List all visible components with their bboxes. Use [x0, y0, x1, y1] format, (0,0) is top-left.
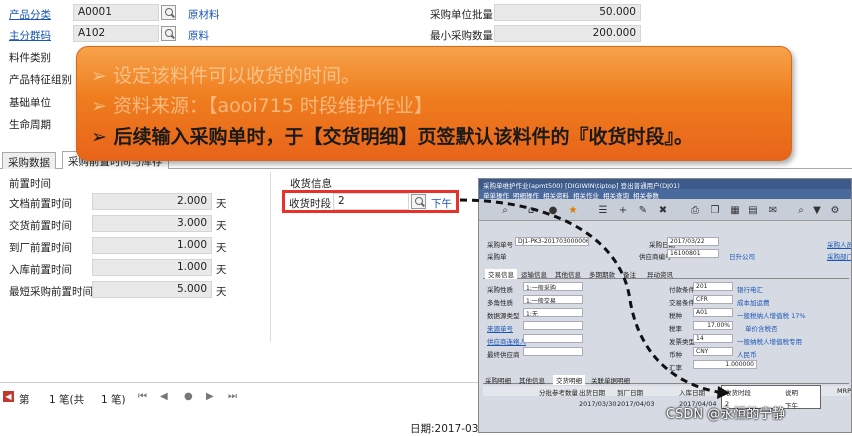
tip-line-3: ➢ 后续输入采购单时，于【交货明细】页签默认该料件的『收货时段』。: [91, 126, 694, 148]
tip-line-1: ➢ 设定该料件可以收货的时间。: [91, 65, 360, 87]
tip-line-2: ➢ 资料来源：【aooi715 时段维护作业】: [91, 95, 433, 117]
tip-banner: ➢ 设定该料件可以收货的时间。 ➢ 资料来源：【aooi715 时段维护作业】 …: [76, 46, 792, 161]
watermark: CSDN @永恒的宁静: [666, 407, 786, 422]
